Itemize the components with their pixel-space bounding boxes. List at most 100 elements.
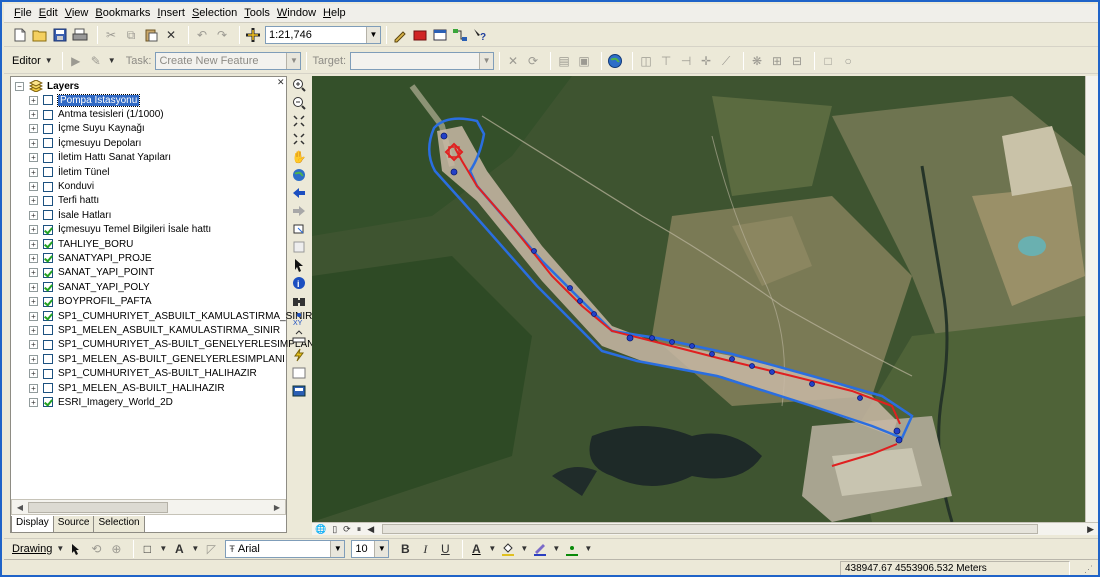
model-builder-icon[interactable]	[452, 27, 468, 43]
expand-icon[interactable]: +	[29, 124, 38, 134]
layer-row[interactable]: + İçmesuyu Temel Bilgileri İsale hattı	[15, 223, 281, 237]
layer-name[interactable]: SP1_CUMHURIYET_ASBUILT_KAMULASTIRMA_SINI…	[58, 311, 312, 322]
expand-icon[interactable]: +	[29, 225, 38, 235]
font-color-button[interactable]: A	[468, 541, 484, 557]
edit-vertices-icon[interactable]: ◸	[203, 541, 219, 557]
layer-row[interactable]: + SP1_CUMHURIYET_AS-BUILT_GENELYERLESIMPL…	[15, 338, 314, 352]
chevron-down-icon[interactable]: ▼	[108, 53, 116, 69]
select-elements-icon[interactable]	[291, 256, 307, 274]
chevron-down-icon[interactable]: ▼	[584, 541, 592, 557]
expand-icon[interactable]: +	[29, 268, 38, 278]
zoom-out-icon[interactable]	[291, 94, 307, 112]
expand-icon[interactable]: +	[29, 297, 38, 307]
expand-icon[interactable]: +	[29, 239, 38, 249]
chevron-down-icon[interactable]: ▼	[191, 541, 199, 557]
layer-visibility-checkbox[interactable]	[43, 239, 53, 250]
layers-root-label[interactable]: Layers	[47, 81, 79, 92]
layer-visibility-checkbox[interactable]	[43, 339, 53, 350]
layer-name[interactable]: ESRI_Imagery_World_2D	[58, 397, 173, 408]
layer-name[interactable]: BOYPROFIL_PAFTA	[58, 296, 152, 307]
split-tool-icon[interactable]: ✕	[505, 53, 521, 69]
scroll-left-icon[interactable]: ◀	[367, 524, 374, 535]
layer-row[interactable]: + İletim Hattı Sanat Yapıları	[15, 151, 281, 165]
expand-icon[interactable]: +	[29, 282, 38, 292]
pause-icon[interactable]: ⏸	[357, 524, 362, 535]
layer-row[interactable]: + İçme Suyu Kaynağı	[15, 122, 281, 136]
map-view[interactable]	[312, 76, 1085, 522]
map-scale-combo[interactable]: 1:21,746 ▼	[265, 25, 381, 44]
sketch-properties-icon[interactable]: ▣	[576, 53, 592, 69]
expand-icon[interactable]: +	[29, 95, 38, 105]
layer-name[interactable]: SP1_CUMHURIYET_AS-BUILT_HALIHAZIR	[58, 368, 257, 379]
layer-name[interactable]: SP1_MELEN_ASBUILT_KAMULASTIRMA_SINIR	[58, 325, 280, 336]
layer-visibility-checkbox[interactable]	[43, 210, 53, 221]
layer-visibility-checkbox[interactable]	[43, 383, 53, 393]
layer-row[interactable]: + SP1_MELEN_AS-BUILT_GENELYERLESIMPLANI	[15, 352, 285, 366]
expand-icon[interactable]: +	[29, 383, 38, 393]
font-name-combo[interactable]: Ŧ Arial ▼	[225, 539, 346, 558]
layer-visibility-checkbox[interactable]	[43, 267, 53, 278]
layer-row[interactable]: + TAHLIYE_BORU	[15, 237, 281, 251]
editor-toolbar-icon[interactable]	[392, 27, 408, 43]
layer-visibility-checkbox[interactable]	[43, 167, 53, 178]
map-horizontal-scroll-thumb[interactable]	[382, 524, 1038, 534]
layer-visibility-checkbox[interactable]	[43, 224, 53, 235]
chevron-down-icon[interactable]: ▼	[56, 541, 64, 557]
layer-name[interactable]: SANAT_YAPI_POLY	[58, 282, 150, 293]
menu-edit[interactable]: Edit	[39, 7, 58, 19]
select-elements-icon[interactable]	[68, 541, 84, 557]
measure-icon[interactable]	[291, 328, 307, 346]
chevron-down-icon[interactable]: ▼	[488, 541, 496, 557]
tab-source[interactable]: Source	[52, 516, 95, 533]
scroll-left-icon[interactable]: ◀	[13, 501, 27, 514]
identify-icon[interactable]: i	[291, 274, 307, 292]
zoom-whole-page-icon[interactable]: ⊕	[108, 541, 124, 557]
redo-icon[interactable]: ↷	[214, 27, 230, 43]
layer-visibility-checkbox[interactable]	[43, 181, 53, 192]
fixed-zoom-out-icon[interactable]	[291, 130, 307, 148]
scroll-right-icon[interactable]: ▶	[1087, 524, 1094, 535]
zoom-in-icon[interactable]	[291, 76, 307, 94]
layer-visibility-checkbox[interactable]	[43, 325, 53, 336]
chevron-down-icon[interactable]: ▼	[552, 541, 560, 557]
layer-name[interactable]: İletim Tünel	[58, 167, 110, 178]
underline-button[interactable]: U	[437, 541, 453, 557]
back-extent-icon[interactable]	[291, 184, 307, 202]
expand-icon[interactable]: +	[29, 311, 38, 321]
layer-visibility-checkbox[interactable]	[43, 311, 53, 322]
layer-visibility-checkbox[interactable]	[43, 282, 53, 293]
expand-icon[interactable]: +	[29, 340, 38, 350]
topology-icon-4[interactable]: ✛	[698, 53, 714, 69]
delete-icon[interactable]: ✕	[163, 27, 179, 43]
layer-name[interactable]: Pompa İstasyonu	[56, 93, 141, 107]
chevron-down-icon[interactable]: ▼	[45, 53, 53, 69]
go-to-xy-icon[interactable]: XY	[291, 310, 307, 328]
layer-name[interactable]: İsale Hatları	[58, 210, 111, 221]
layer-visibility-checkbox[interactable]	[43, 397, 53, 408]
menu-file[interactable]: File	[14, 7, 32, 19]
layer-name[interactable]: Konduvi	[58, 181, 94, 192]
menu-insert[interactable]: Insert	[157, 7, 185, 19]
layer-visibility-checkbox[interactable]	[43, 138, 53, 149]
forward-extent-icon[interactable]	[291, 202, 307, 220]
add-data-icon[interactable]	[245, 27, 261, 43]
menu-view[interactable]: View	[65, 7, 89, 19]
chevron-down-icon[interactable]: ▼	[520, 541, 528, 557]
layer-visibility-checkbox[interactable]	[43, 368, 53, 379]
expand-icon[interactable]: +	[29, 138, 38, 148]
task-combo[interactable]: Create New Feature ▼	[155, 51, 302, 70]
topology-icon-5[interactable]: ⟋	[718, 53, 734, 69]
topology-icon-7[interactable]: ⊞	[769, 53, 785, 69]
rotate-tool-icon[interactable]: ⟳	[525, 53, 541, 69]
topology-icon-2[interactable]: ⊤	[658, 53, 674, 69]
refresh-icon[interactable]: ⟳	[343, 524, 351, 535]
cut-icon[interactable]: ✂	[103, 27, 119, 43]
target-combo[interactable]: ▼	[350, 51, 495, 70]
layer-name[interactable]: Terfi hattı	[58, 195, 99, 206]
time-slider-icon[interactable]	[291, 382, 307, 400]
scroll-right-icon[interactable]: ▶	[270, 501, 284, 514]
layer-visibility-checkbox[interactable]	[43, 354, 53, 365]
layer-row[interactable]: + Pompa İstasyonu	[15, 93, 281, 107]
expand-icon[interactable]: +	[29, 397, 38, 407]
undo-icon[interactable]: ↶	[194, 27, 210, 43]
